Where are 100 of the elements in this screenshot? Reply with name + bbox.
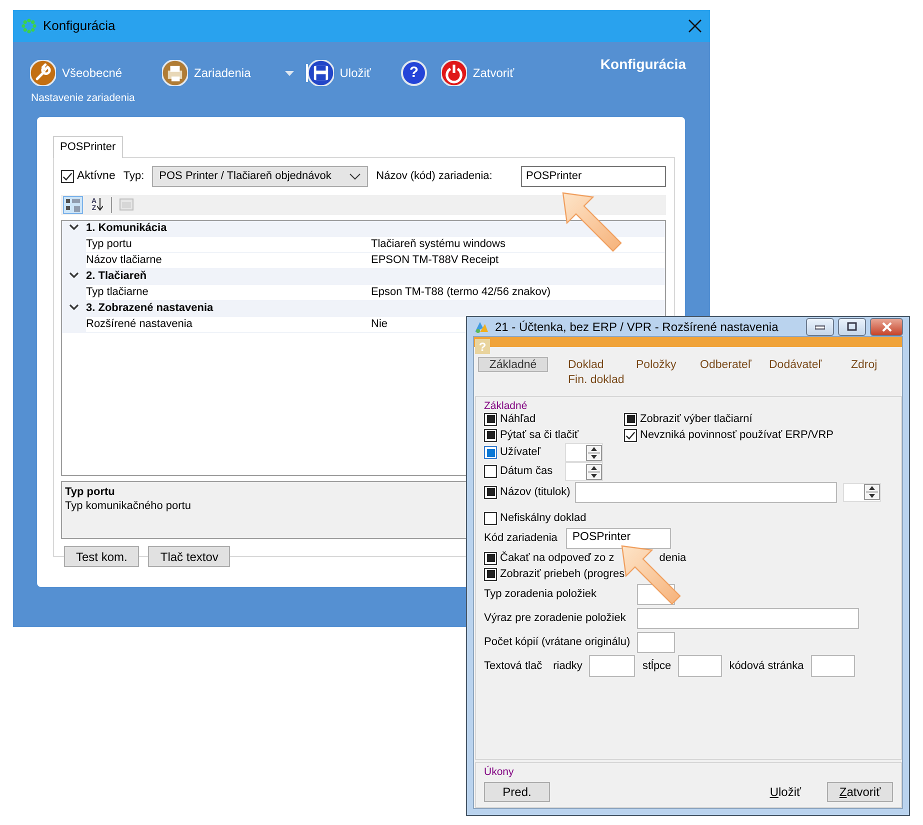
field-label: Typ:: [123, 169, 144, 184]
spin-arrows-icon[interactable]: [586, 444, 602, 460]
button[interactable]: Zatvoriť: [827, 782, 893, 802]
group-title: Úkony: [484, 765, 514, 780]
tab[interactable]: Základné: [478, 357, 548, 372]
close-button[interactable]: [870, 318, 903, 336]
checkbox-label: Zobraziť priebeh (progres: [500, 566, 625, 582]
title-field[interactable]: [575, 482, 838, 502]
tab[interactable]: Zdroj: [847, 357, 882, 372]
tab[interactable]: Doklad: [564, 357, 608, 372]
property-value: EPSON TM-T88V Receipt: [371, 252, 499, 268]
button[interactable]: Uložiť: [770, 782, 801, 802]
button[interactable]: Pred.: [484, 782, 550, 802]
input-field[interactable]: [637, 632, 675, 652]
tab[interactable]: Položky: [632, 357, 680, 372]
checkbox[interactable]: [484, 412, 497, 426]
checkbox[interactable]: [624, 428, 637, 442]
spin-arrows-icon[interactable]: [586, 464, 602, 480]
property-name: Typ portu: [86, 236, 133, 252]
categorized-view-button[interactable]: [63, 196, 83, 214]
heading: Konfigurácia: [600, 55, 686, 74]
chevron-icon: [349, 173, 362, 180]
checkbox[interactable]: [61, 170, 74, 183]
power-icon: [440, 60, 467, 86]
name-field[interactable]: POSPrinter: [521, 166, 666, 187]
input-field[interactable]: [678, 655, 722, 677]
dropdown-caret-icon[interactable]: [284, 70, 294, 76]
checkbox[interactable]: [484, 486, 497, 498]
tab[interactable]: POSPrinter: [53, 136, 123, 158]
list-icon: [65, 196, 81, 212]
code-field[interactable]: POSPrinter: [566, 528, 672, 548]
checkbox-label: Aktívne: [77, 168, 116, 184]
checkbox-label: Dátum čas: [500, 464, 554, 480]
field-label: Typ zoradenia položiek: [484, 586, 598, 602]
property-value: Epson TM-T88 (termo 42/56 znakov): [371, 284, 551, 300]
checkbox-label: Náhľad: [500, 412, 536, 427]
property-value: Tlačiareň systému windows: [371, 236, 506, 252]
printer-icon: [162, 60, 188, 86]
close-button[interactable]: [688, 19, 702, 33]
checkbox-label: Užívateľ: [500, 445, 542, 460]
checkbox[interactable]: [484, 446, 497, 459]
checkbox[interactable]: [484, 428, 497, 442]
checkbox[interactable]: [484, 552, 497, 564]
subtitle: Nastavenie zariadenia: [30, 92, 136, 105]
field-label: kódová stránka: [729, 658, 804, 674]
category-title: 2. Tlačiareň: [86, 269, 147, 284]
checkbox[interactable]: [484, 568, 497, 580]
arrow-down-icon: [96, 198, 103, 211]
minimize-button[interactable]: [806, 318, 834, 336]
window-title: 21 - Účtenka, bez ERP / VPR - Rozšírené nastavenia: [495, 318, 778, 336]
field-label: stĺpce: [642, 658, 672, 674]
spin-field[interactable]: [565, 462, 603, 481]
button[interactable]: Tlač textov: [148, 546, 230, 566]
group-title: Základné: [484, 399, 528, 414]
checkbox-label: denia: [659, 550, 686, 566]
close-icon: [688, 19, 702, 33]
tab[interactable]: Fin. doklad: [564, 372, 628, 387]
maximize-button[interactable]: [838, 318, 866, 336]
checkbox-label: Nevzniká povinnosť používať ERP/VRP: [640, 428, 834, 443]
checkbox-label: Pýtať sa či tlačiť: [500, 428, 579, 443]
field-label: Textová tlač: [484, 658, 542, 674]
property-value: Nie: [371, 316, 388, 332]
field-label: Kód zariadenia: [484, 530, 558, 546]
spin-arrows-icon[interactable]: [864, 484, 880, 500]
save-icon: [308, 60, 334, 86]
description-text: Typ komunikačného portu: [65, 500, 191, 512]
wrench-icon: [30, 60, 56, 86]
minimize-icon: [815, 323, 825, 330]
category-title: 1. Komunikácia: [86, 221, 167, 236]
checkbox-label: Názov (titulok): [500, 484, 570, 500]
callout-arrow: [561, 191, 623, 253]
field-label: riadky: [553, 658, 582, 674]
property-name: Typ tlačiarne: [86, 284, 150, 300]
app-icon: [21, 18, 37, 34]
type-dropdown[interactable]: POS Printer / Tlačiareň objednávok: [152, 166, 368, 187]
checkbox-label: Zobraziť výber tlačiarní: [640, 412, 752, 427]
category-title: 3. Zobrazené nastavenia: [86, 301, 214, 316]
field-label: Počet kópií (vrátane originálu): [484, 634, 632, 650]
spin-field[interactable]: [843, 482, 882, 502]
checkbox[interactable]: [624, 412, 637, 426]
property-name: Rozšírené nastavenia: [86, 316, 194, 332]
checkbox-label: Čakať na odpoveď zo z: [500, 550, 614, 566]
spin-field[interactable]: [565, 443, 603, 462]
tab[interactable]: Odberateľ: [696, 357, 756, 372]
maximize-icon: [847, 322, 857, 331]
input-field[interactable]: [810, 655, 855, 677]
help-button[interactable]: ?: [400, 60, 427, 86]
window-title: Konfigurácia: [43, 17, 116, 36]
close-icon: [882, 322, 892, 332]
field-label: Výraz pre zoradenie položiek: [484, 610, 627, 626]
checkbox[interactable]: [484, 465, 497, 478]
button[interactable]: Test kom.: [64, 546, 140, 566]
tab[interactable]: Dodávateľ: [765, 357, 826, 372]
description-title: Typ portu: [65, 486, 115, 498]
input-field[interactable]: [637, 608, 859, 628]
property-name: Názov tlačiarne: [86, 252, 163, 268]
checkbox-label: Nefiskálny doklad: [500, 510, 586, 526]
checkbox[interactable]: [484, 512, 497, 524]
field-label: Názov (kód) zariadenia:: [376, 169, 492, 184]
input-field[interactable]: [589, 655, 636, 677]
